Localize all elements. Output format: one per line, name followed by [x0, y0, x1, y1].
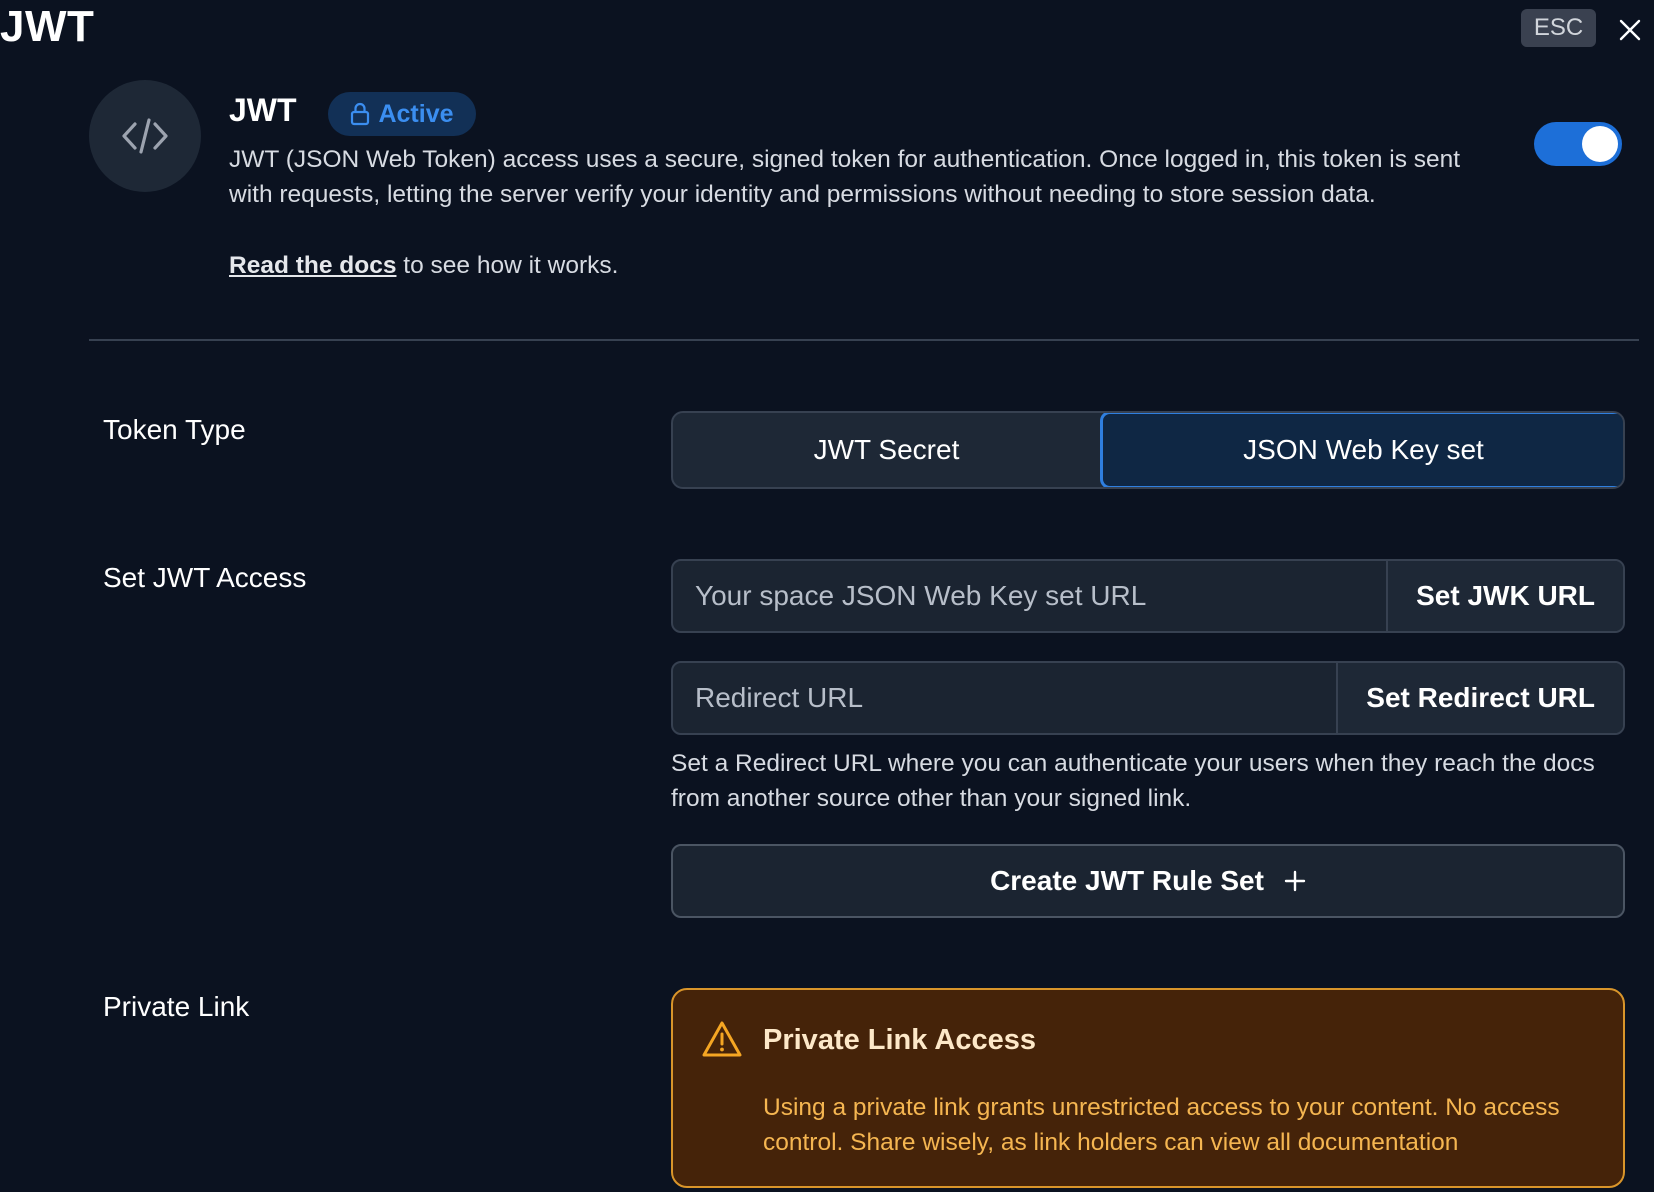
redirect-help-text: Set a Redirect URL where you can authent…: [671, 750, 1595, 812]
method-description: JWT (JSON Web Token) access uses a secur…: [229, 146, 1461, 208]
token-type-json-web-key-set[interactable]: JSON Web Key set: [1100, 413, 1623, 487]
jwk-url-group: Set JWK URL: [671, 559, 1625, 633]
page-title: JWT: [0, 2, 95, 51]
create-jwt-rule-set-button[interactable]: Create JWT Rule Set: [671, 844, 1625, 918]
warning-text: Using a private link grants unrestricted…: [763, 1094, 1560, 1156]
code-icon: [122, 118, 168, 154]
warning-title: Private Link Access: [763, 1024, 1036, 1056]
set-jwt-access-label: Set JWT Access: [103, 562, 307, 593]
create-jwt-rule-set-label: Create JWT Rule Set: [990, 865, 1264, 896]
status-badge-label: Active: [378, 99, 454, 128]
read-docs-link[interactable]: Read the docs: [229, 252, 396, 279]
token-type-jwt-secret[interactable]: JWT Secret: [673, 413, 1100, 487]
status-badge: Active: [328, 92, 476, 136]
warning-icon: [702, 1021, 742, 1057]
token-type-selector: JWT Secret JSON Web Key set: [671, 411, 1625, 489]
section-divider: [89, 339, 1639, 341]
set-redirect-url-button[interactable]: Set Redirect URL: [1336, 663, 1623, 733]
jwt-settings-page: JWT ESC JWT Active JWT (JSON Web Token) …: [0, 0, 1654, 1192]
private-link-warning: Private Link Access Using a private link…: [671, 988, 1625, 1188]
lock-icon: [351, 102, 370, 126]
redirect-url-group: Set Redirect URL: [671, 661, 1625, 735]
plus-icon: [1284, 870, 1306, 892]
jwt-method-icon: [89, 80, 201, 192]
jwt-enable-toggle[interactable]: [1534, 122, 1622, 166]
token-type-label: Token Type: [103, 414, 246, 445]
jwk-url-input[interactable]: [673, 561, 1387, 631]
close-button[interactable]: [1612, 12, 1648, 48]
toggle-knob: [1582, 126, 1618, 162]
method-name: JWT: [229, 92, 297, 128]
docs-line: Read the docs to see how it works.: [229, 248, 618, 283]
esc-button[interactable]: ESC: [1521, 9, 1596, 47]
docs-suffix: to see how it works.: [396, 252, 619, 279]
redirect-url-input[interactable]: [673, 663, 1337, 733]
close-icon: [1619, 19, 1641, 41]
private-link-label: Private Link: [103, 991, 250, 1022]
set-jwk-url-button[interactable]: Set JWK URL: [1386, 561, 1623, 631]
